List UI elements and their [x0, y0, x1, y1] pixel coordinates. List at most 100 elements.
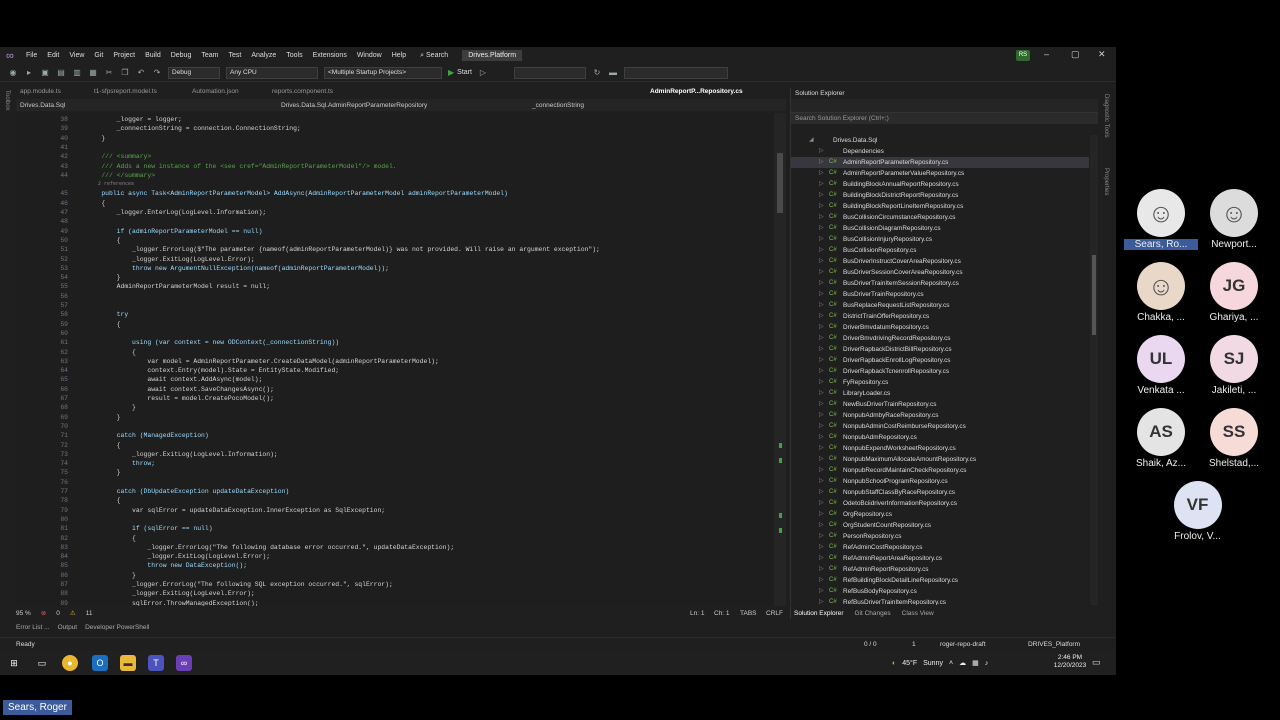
code-line[interactable]: 79 var sqlError = updateDataException.In…: [16, 506, 766, 515]
code-line[interactable]: 88 _logger.ExitLog(LogLevel.Error);: [16, 589, 766, 598]
weather-temp[interactable]: 45°F: [902, 660, 917, 667]
scrollbar-thumb[interactable]: [1092, 255, 1096, 335]
code-line[interactable]: 76: [16, 478, 766, 487]
menu-tools[interactable]: Tools: [286, 52, 302, 59]
file-node[interactable]: ▷ C# BusCollisionInjuryRepository.cs: [791, 234, 1089, 245]
cloud-icon[interactable]: ☁: [959, 659, 966, 667]
code-line[interactable]: 71 catch (ManagedException): [16, 431, 766, 440]
chevron-right-icon[interactable]: ▷: [819, 476, 824, 487]
platform-dropdown[interactable]: Any CPU: [226, 66, 318, 79]
chevron-right-icon[interactable]: ▷: [819, 267, 824, 278]
file-node[interactable]: ▷ C# NonpubMaximumAllocateAmountRepository…: [791, 454, 1089, 465]
undo-icon[interactable]: ↶: [136, 68, 146, 78]
code-line[interactable]: 50 {: [16, 236, 766, 245]
file-name[interactable]: NonpubStaffClassByRaceRepository.cs: [843, 487, 955, 498]
file-node[interactable]: ▷ C# BuildingBlockDistrictReportRepository…: [791, 190, 1089, 201]
code-line[interactable]: 64 context.Entry(model).State = EntitySt…: [16, 366, 766, 375]
chevron-right-icon[interactable]: ▷: [819, 421, 824, 432]
notification-icon[interactable]: ▭: [1092, 657, 1101, 668]
diagnostic-tools-label[interactable]: Diagnostic Tools: [1103, 94, 1109, 138]
toolbox-strip[interactable]: Toolbox: [0, 82, 16, 622]
file-name[interactable]: BusReplaceRequestListRepository.cs: [843, 300, 949, 311]
chevron-right-icon[interactable]: ▷: [819, 289, 824, 300]
document-tab[interactable]: AdminReportP...Repository.cs: [646, 88, 747, 95]
file-node[interactable]: ▷ C# RefBusDriverTrainItemRepository.cs: [791, 597, 1089, 605]
task-view-icon[interactable]: ▭: [34, 655, 50, 671]
refresh-icon[interactable]: ↻: [592, 68, 602, 78]
code-line[interactable]: 77 catch (DbUpdateException updateDataEx…: [16, 487, 766, 496]
copy-icon[interactable]: ❐: [120, 68, 130, 78]
file-name[interactable]: BusDriverTrainItemSessionRepository.cs: [843, 278, 959, 289]
menu-extensions[interactable]: Extensions: [313, 52, 347, 59]
file-name[interactable]: RefBusBodyRepository.cs: [843, 586, 917, 597]
file-name[interactable]: AdminReportParameterRepository.cs: [843, 157, 948, 168]
find-dropdown[interactable]: [623, 66, 728, 79]
search-label[interactable]: Search: [426, 52, 448, 59]
code-line[interactable]: 51 _logger.ErrorLog($"The parameter {nam…: [16, 245, 766, 254]
file-name[interactable]: RefBuildingBlockDetailLineRepository.cs: [843, 575, 958, 586]
code-line[interactable]: 87 _logger.ErrorLog("The following SQL e…: [16, 580, 766, 589]
participant-tile[interactable]: SJ Jakileti, ...: [1197, 335, 1271, 396]
file-name[interactable]: NonpubAdminCostReimburseRepository.cs: [843, 421, 966, 432]
volume-icon[interactable]: ♪: [985, 660, 989, 667]
file-name[interactable]: BusCollisionRepository.cs: [843, 245, 916, 256]
chevron-right-icon[interactable]: ▷: [819, 179, 824, 190]
save-icon[interactable]: ▥: [72, 68, 82, 78]
file-name[interactable]: NonpubRecordMaintainCheckRepository.cs: [843, 465, 967, 476]
chevron-right-icon[interactable]: ▷: [819, 432, 824, 443]
participant-tile[interactable]: ☺ Chakka, ...: [1124, 262, 1198, 323]
code-line[interactable]: 65 await context.AddAsync(model);: [16, 375, 766, 384]
class-dropdown[interactable]: Drives.Data.Sql.AdminReportParameterRepo…: [281, 102, 427, 109]
menu-project[interactable]: Project: [113, 52, 135, 59]
file-name[interactable]: NewBusDriverTrainRepository.cs: [843, 399, 936, 410]
chevron-right-icon[interactable]: ▷: [819, 553, 824, 564]
file-node[interactable]: ▷ C# DistrictTrainOfferRepository.cs: [791, 311, 1089, 322]
file-node[interactable]: ▷ C# BuildingBlockReportLineItemRepository…: [791, 201, 1089, 212]
file-node[interactable]: ▷ C# BuildingBlockAnnualReportRepository.c…: [791, 179, 1089, 190]
participant-tile[interactable]: UL Venkata ...: [1124, 335, 1198, 396]
chevron-right-icon[interactable]: ▷: [819, 542, 824, 553]
code-line[interactable]: 43 /// Adds a new instance of the <see c…: [16, 162, 766, 171]
code-line[interactable]: 46 {: [16, 199, 766, 208]
code-line[interactable]: 85 throw new DataException();: [16, 561, 766, 570]
file-name[interactable]: BuildingBlockAnnualReportRepository.cs: [843, 179, 959, 190]
code-line[interactable]: 60: [16, 329, 766, 338]
code-line[interactable]: 52 _logger.ExitLog(LogLevel.Error);: [16, 255, 766, 264]
chevron-right-icon[interactable]: ▷: [819, 311, 824, 322]
file-name[interactable]: BusDriverTrainRepository.cs: [843, 289, 924, 300]
chevron-down-icon[interactable]: ◢: [809, 135, 814, 146]
forward-icon[interactable]: ▸: [24, 68, 34, 78]
warning-count[interactable]: 11: [86, 610, 93, 617]
zoom-level[interactable]: 95 %: [16, 610, 31, 617]
code-line[interactable]: 53 throw new ArgumentNullException(nameo…: [16, 264, 766, 273]
startup-projects-dropdown[interactable]: <Multiple Startup Projects>: [324, 66, 442, 79]
chevron-right-icon[interactable]: ▷: [819, 234, 824, 245]
file-node[interactable]: ▷ C# RefAdminReportAreaRepository.cs: [791, 553, 1089, 564]
file-node[interactable]: ▷ C# RefAdminCostRepository.cs: [791, 542, 1089, 553]
file-name[interactable]: BusDriverInstructCoverAreaRepository.cs: [843, 256, 961, 267]
back-icon[interactable]: ◉: [8, 68, 18, 78]
code-line[interactable]: 56: [16, 292, 766, 301]
project-node[interactable]: ◢ Drives.Data.Sql: [791, 135, 1089, 146]
close-icon[interactable]: ✕: [1098, 49, 1106, 60]
member-dropdown[interactable]: _connectionString: [532, 102, 584, 109]
chevron-right-icon[interactable]: ▷: [819, 388, 824, 399]
solution-name[interactable]: Drives.Platform: [462, 50, 523, 61]
file-node[interactable]: ▷ C# PersonRepository.cs: [791, 531, 1089, 542]
code-line[interactable]: 61 using (var context = new ODContext(_c…: [16, 338, 766, 347]
code-line[interactable]: 74 throw;: [16, 459, 766, 468]
taskbar-clock[interactable]: 2:46 PM 12/20/2023: [1050, 654, 1090, 670]
file-node[interactable]: ▷ C# BusReplaceRequestListRepository.cs: [791, 300, 1089, 311]
file-name[interactable]: FyRepository.cs: [843, 377, 888, 388]
chevron-right-icon[interactable]: ▷: [819, 146, 824, 157]
menu-test[interactable]: Test: [228, 52, 241, 59]
chevron-right-icon[interactable]: ▷: [819, 333, 824, 344]
file-node[interactable]: ▷ C# FyRepository.cs: [791, 377, 1089, 388]
file-name[interactable]: RefAdminCostRepository.cs: [843, 542, 922, 553]
code-line[interactable]: 84 _logger.ExitLog(LogLevel.Error);: [16, 552, 766, 561]
chevron-right-icon[interactable]: ▷: [819, 399, 824, 410]
file-name[interactable]: NonpubSchoolProgramRepository.cs: [843, 476, 948, 487]
warning-icon[interactable]: ⚠: [70, 609, 76, 617]
file-name[interactable]: BusCollisionInjuryRepository.cs: [843, 234, 932, 245]
open-icon[interactable]: ▤: [56, 68, 66, 78]
